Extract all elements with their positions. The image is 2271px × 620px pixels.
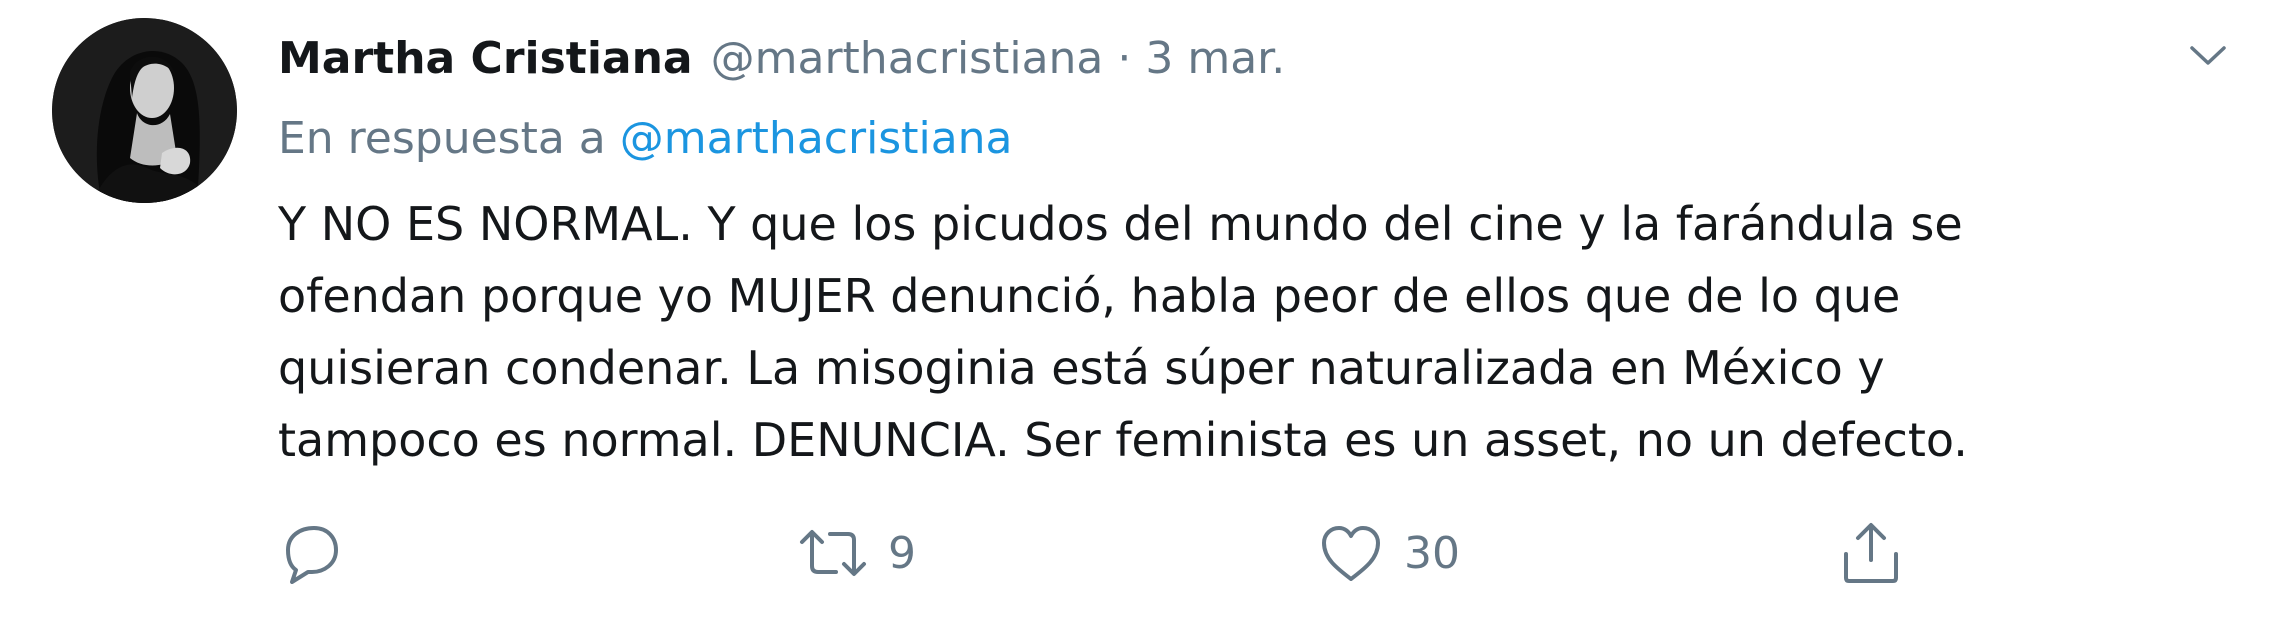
reply-button[interactable] (278, 515, 344, 591)
like-count: 30 (1404, 527, 1460, 579)
chevron-down-icon (2188, 44, 2228, 72)
tweet-date[interactable]: 3 mar. (1145, 24, 1285, 94)
reply-context: En respuesta a @marthacristiana (278, 104, 1013, 174)
reply-prefix: En respuesta a (278, 113, 606, 164)
separator-dot: · (1117, 33, 1132, 84)
retweet-button[interactable]: 9 (798, 515, 916, 591)
share-button[interactable] (1838, 515, 1904, 591)
avatar[interactable] (52, 18, 237, 203)
heart-icon (1318, 523, 1384, 583)
retweet-count: 9 (888, 527, 916, 579)
share-icon (1838, 520, 1904, 586)
reply-icon (278, 522, 344, 584)
tweet-menu-button[interactable] (2180, 30, 2236, 86)
tweet-text: Y NO ES NORMAL. Y que los picudos del mu… (278, 197, 1968, 467)
author-name[interactable]: Martha Cristiana (278, 24, 693, 94)
retweet-icon (798, 522, 868, 584)
tweet-header: Martha Cristiana @marthacristiana · 3 ma… (278, 24, 1285, 94)
reply-handle-link[interactable]: @marthacristiana (620, 113, 1013, 164)
author-handle[interactable]: @marthacristiana (711, 24, 1104, 94)
like-button[interactable]: 30 (1318, 515, 1460, 591)
tweet-actions: 9 30 (278, 515, 1938, 591)
